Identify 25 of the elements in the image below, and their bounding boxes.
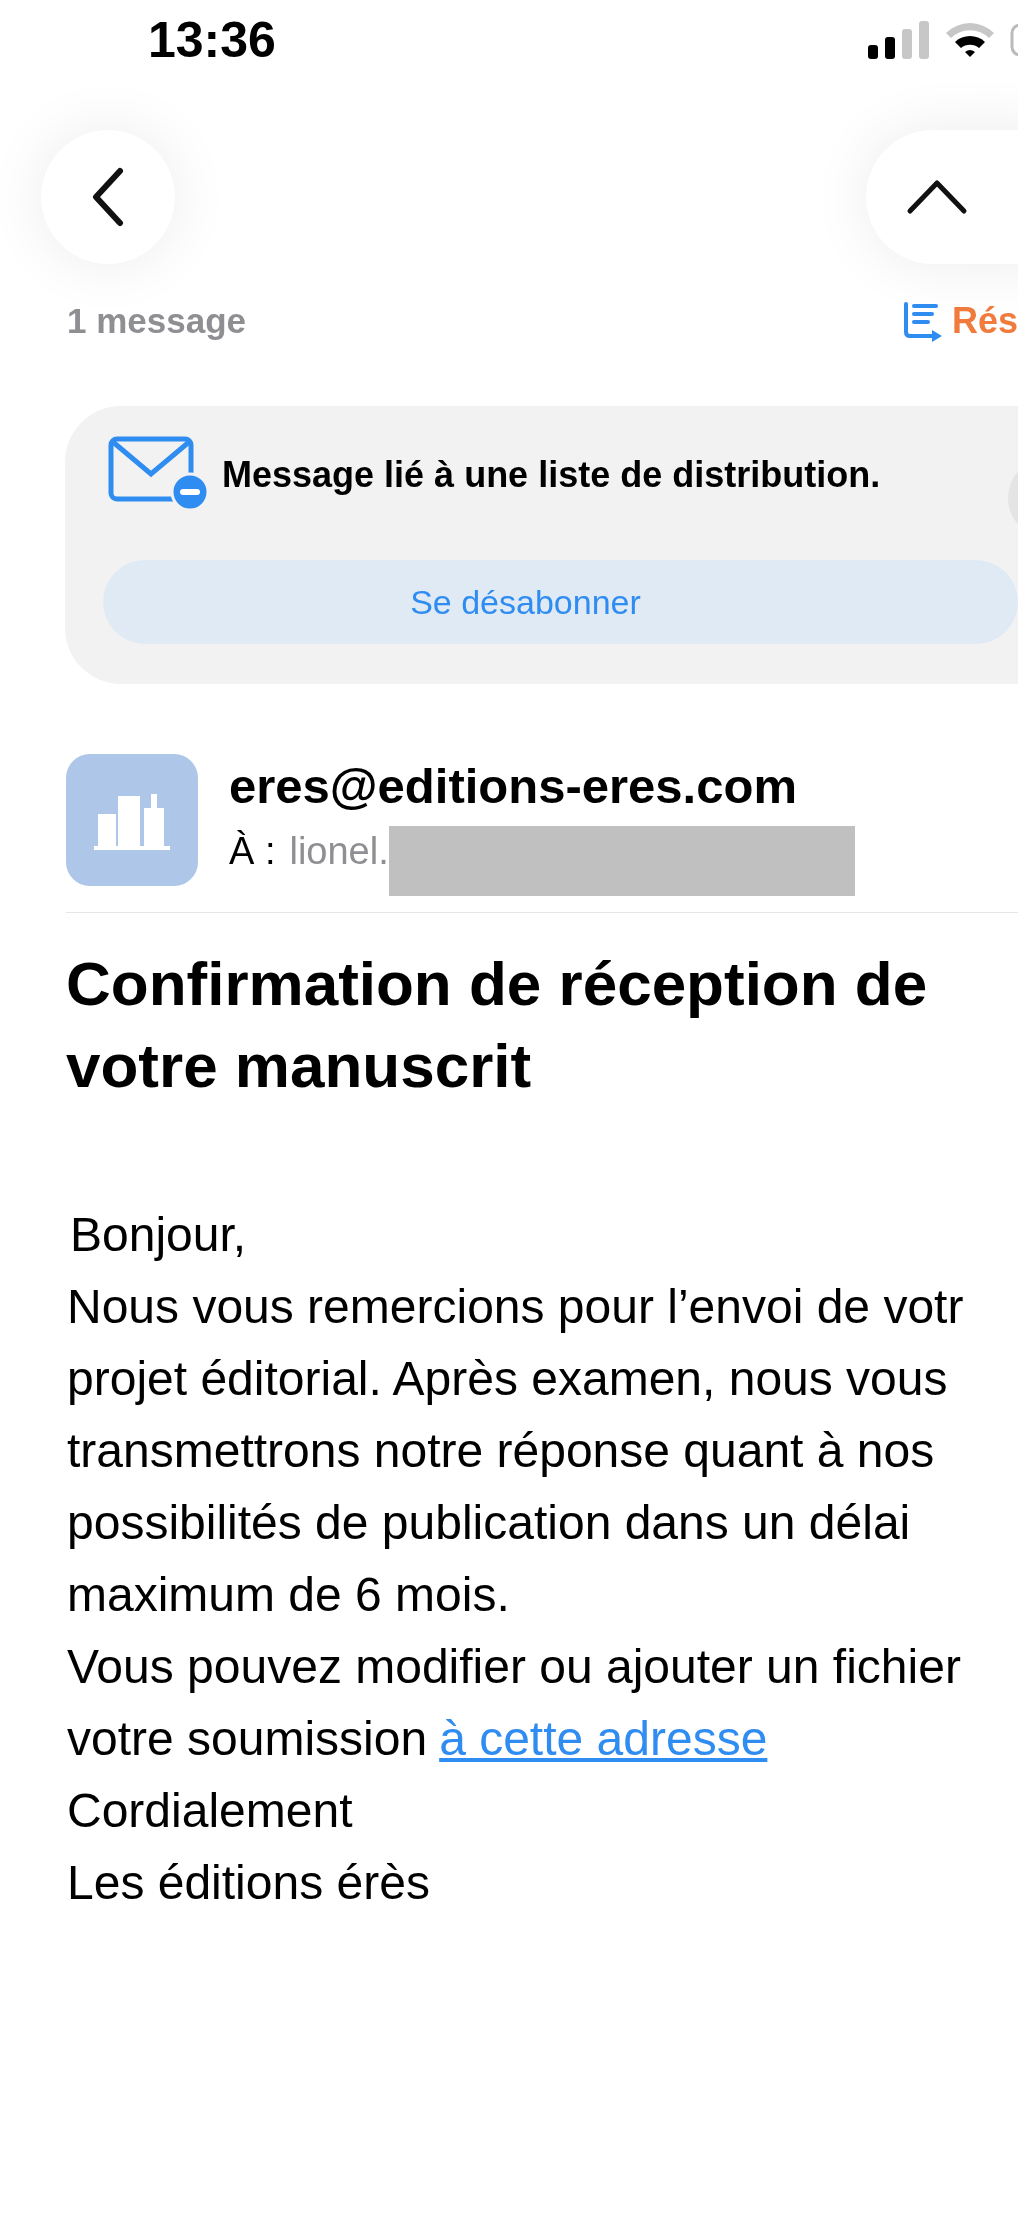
recipient-label: À : (229, 828, 276, 874)
body-text: transmettrons notre réponse quant à nos (67, 1423, 935, 1479)
body-text: maximum de 6 mois. (67, 1567, 510, 1623)
mailing-list-notice: Message lié à une liste de distribution. (222, 453, 881, 497)
summary-button[interactable]: Rés (901, 294, 1018, 348)
body-text: Cordialement (67, 1783, 353, 1839)
recipient-address: lionel. (289, 828, 389, 874)
status-time: 13:36 (148, 15, 276, 65)
body-text: projet éditorial. Après examen, nous vous (67, 1351, 948, 1407)
signal-icon (868, 21, 930, 59)
up-chevron-icon (906, 179, 968, 215)
body-text: votre soumission (67, 1711, 428, 1767)
body-text: possibilités de publication dans un délai (67, 1495, 911, 1551)
sender-address: eres@editions-eres.com (229, 758, 798, 814)
body-text: Les éditions érès (67, 1855, 430, 1911)
unsubscribe-button[interactable]: Se désabonner (103, 560, 1018, 644)
message-count: 1 message (67, 299, 247, 342)
body-text: Nous vous remercions pour l’envoi de votr (67, 1279, 964, 1335)
body-text: Bonjour, (70, 1207, 247, 1263)
previous-message-button[interactable] (866, 130, 1018, 264)
address-link[interactable]: à cette adresse (439, 1703, 768, 1775)
email-subject: Confirmation de réception de votre manuscrit (65, 948, 929, 1102)
wifi-icon (944, 21, 996, 59)
back-chevron-icon (90, 167, 126, 227)
body-text: Vous pouvez modifier ou ajouter un fichier (67, 1639, 961, 1695)
